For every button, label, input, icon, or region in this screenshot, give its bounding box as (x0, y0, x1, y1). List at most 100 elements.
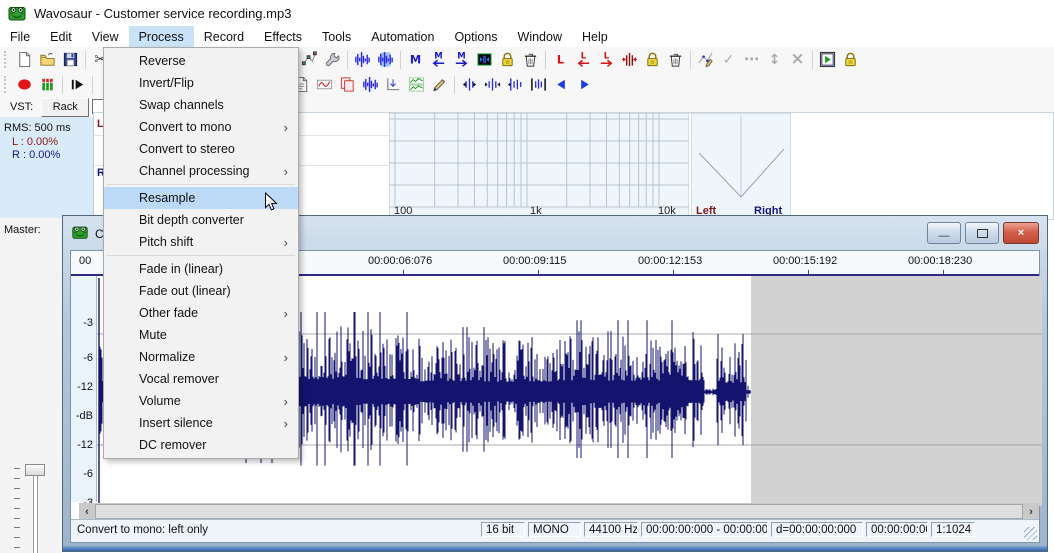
record-button[interactable] (13, 74, 36, 96)
loop-add-button[interactable]: L (549, 49, 572, 71)
zoom-selection-button[interactable] (458, 74, 481, 96)
zoom-all-button[interactable] (527, 74, 550, 96)
go-previous-button[interactable] (550, 74, 573, 96)
menu-item-convert-to-stereo[interactable]: Convert to stereo (104, 138, 298, 160)
menu-item-dc-remover[interactable]: DC remover (104, 434, 298, 456)
edit-lock-button[interactable] (839, 49, 862, 71)
new-file-button[interactable] (13, 49, 36, 71)
loop-previous-button[interactable]: L (572, 49, 595, 71)
wave-selection-button[interactable] (374, 49, 397, 71)
monitor-levels-button[interactable] (36, 74, 59, 96)
ruler-tick (943, 270, 944, 274)
loop-lock-button[interactable] (641, 49, 664, 71)
process-presets-button[interactable] (405, 74, 428, 96)
loop-region-button[interactable] (618, 49, 641, 71)
go-next-button[interactable] (573, 74, 596, 96)
marker-delete-button[interactable] (519, 49, 542, 71)
minimize-button[interactable]: — (927, 222, 961, 244)
loop-next-button[interactable]: L (595, 49, 618, 71)
master-slider-tick (14, 518, 20, 519)
master-slider-thumb[interactable] (25, 464, 45, 476)
menu-item-insert-silence[interactable]: Insert silence › (104, 412, 298, 434)
horizontal-scrollbar[interactable]: ‹ › (79, 503, 1039, 520)
svg-text:M: M (457, 52, 465, 62)
loop-lock-icon (644, 51, 661, 68)
menubar-item-tools[interactable]: Tools (312, 26, 361, 47)
menubar-item-file[interactable]: File (0, 26, 40, 47)
menu-item-convert-to-mono[interactable]: Convert to mono› (104, 116, 298, 138)
svg-text:M: M (434, 52, 442, 62)
menu-item-normalize[interactable]: Normalize› (104, 346, 298, 368)
play-from-cursor-button[interactable] (66, 74, 89, 96)
loop-delete-button[interactable] (664, 49, 687, 71)
envelope-points-button[interactable]: ⋯ (740, 49, 763, 71)
marker-lock-button[interactable] (496, 49, 519, 71)
menubar-item-automation[interactable]: Automation (361, 26, 444, 47)
db-scale-label: -3 (83, 317, 93, 329)
node-connections-button[interactable] (298, 49, 321, 71)
menubar-item-process[interactable]: Process (129, 26, 194, 47)
master-slider-tick (14, 468, 20, 469)
play-enable-button[interactable] (816, 49, 839, 71)
go-next-icon (576, 76, 593, 93)
menu-item-volume[interactable]: Volume› (104, 390, 298, 412)
copy-special-button[interactable] (336, 74, 359, 96)
menu-item-reverse[interactable]: Reverse (104, 50, 298, 72)
marker-next-icon: M (453, 51, 470, 68)
draw-sample-button[interactable] (428, 74, 451, 96)
marker-next-button[interactable]: M (450, 49, 473, 71)
envelope-scale-button[interactable]: ↕ (763, 49, 786, 71)
menu-item-swap-channels[interactable]: Swap channels (104, 94, 298, 116)
zoom-vertical-button[interactable] (382, 74, 405, 96)
menu-item-pitch-shift[interactable]: Pitch shift› (104, 231, 298, 253)
menubar-item-edit[interactable]: Edit (40, 26, 82, 47)
scroll-left-arrow-icon[interactable]: ‹ (79, 503, 95, 520)
submenu-arrow-icon: › (284, 416, 288, 431)
resize-grip[interactable] (1024, 527, 1037, 540)
zoom-out-h-button[interactable] (504, 74, 527, 96)
scroll-right-arrow-icon[interactable]: › (1023, 503, 1039, 520)
setup-wrench-button[interactable] (321, 49, 344, 71)
menubar-item-effects[interactable]: Effects (254, 26, 312, 47)
rms-left-value: L : 0.00% (0, 134, 93, 148)
zoom-wave-icon (362, 76, 379, 93)
menu-item-channel-processing[interactable]: Channel processing› (104, 160, 298, 182)
svg-text:L: L (557, 52, 564, 66)
close-button[interactable]: × (1003, 222, 1039, 244)
marker-region-button[interactable] (473, 49, 496, 71)
vst-rack-button[interactable]: Rack (41, 98, 89, 117)
menu-item-label: Insert silence (139, 416, 213, 430)
master-slider-track[interactable] (33, 465, 38, 553)
menu-item-fade-in-linear-[interactable]: Fade in (linear) (104, 258, 298, 280)
zoom-out-h-icon (507, 76, 524, 93)
master-slider-tick (14, 537, 20, 538)
zoom-vertical-icon (385, 76, 402, 93)
menu-item-mute[interactable]: Mute (104, 324, 298, 346)
marker-previous-button[interactable]: M (427, 49, 450, 71)
envelope-draw-button[interactable] (694, 49, 717, 71)
menubar-item-options[interactable]: Options (444, 26, 507, 47)
statistics-button[interactable] (313, 74, 336, 96)
menubar-item-view[interactable]: View (82, 26, 129, 47)
maximize-button[interactable] (965, 222, 999, 244)
zoom-in-h-button[interactable] (481, 74, 504, 96)
zoom-wave-button[interactable] (359, 74, 382, 96)
scrollbar-thumb[interactable] (95, 504, 1023, 519)
menubar-item-window[interactable]: Window (508, 26, 572, 47)
menu-item-vocal-remover[interactable]: Vocal remover (104, 368, 298, 390)
marker-add-button[interactable]: M (404, 49, 427, 71)
menu-item-fade-out-linear-[interactable]: Fade out (linear) (104, 280, 298, 302)
menu-item-label: Convert to stereo (139, 142, 235, 156)
menubar-item-help[interactable]: Help (572, 26, 618, 47)
menu-item-other-fade[interactable]: Other fade› (104, 302, 298, 324)
loop-add-icon: L (552, 51, 569, 68)
wave-copy-button[interactable] (351, 49, 374, 71)
toolbar-separator (812, 51, 813, 69)
menu-item-invert-flip[interactable]: Invert/Flip (104, 72, 298, 94)
envelope-apply-button[interactable]: ✓ (717, 49, 740, 71)
menubar-item-record[interactable]: Record (194, 26, 254, 47)
envelope-clear-button[interactable]: × (786, 49, 809, 71)
save-file-button[interactable] (59, 49, 82, 71)
open-file-button[interactable] (36, 49, 59, 71)
submenu-arrow-icon: › (284, 306, 288, 321)
